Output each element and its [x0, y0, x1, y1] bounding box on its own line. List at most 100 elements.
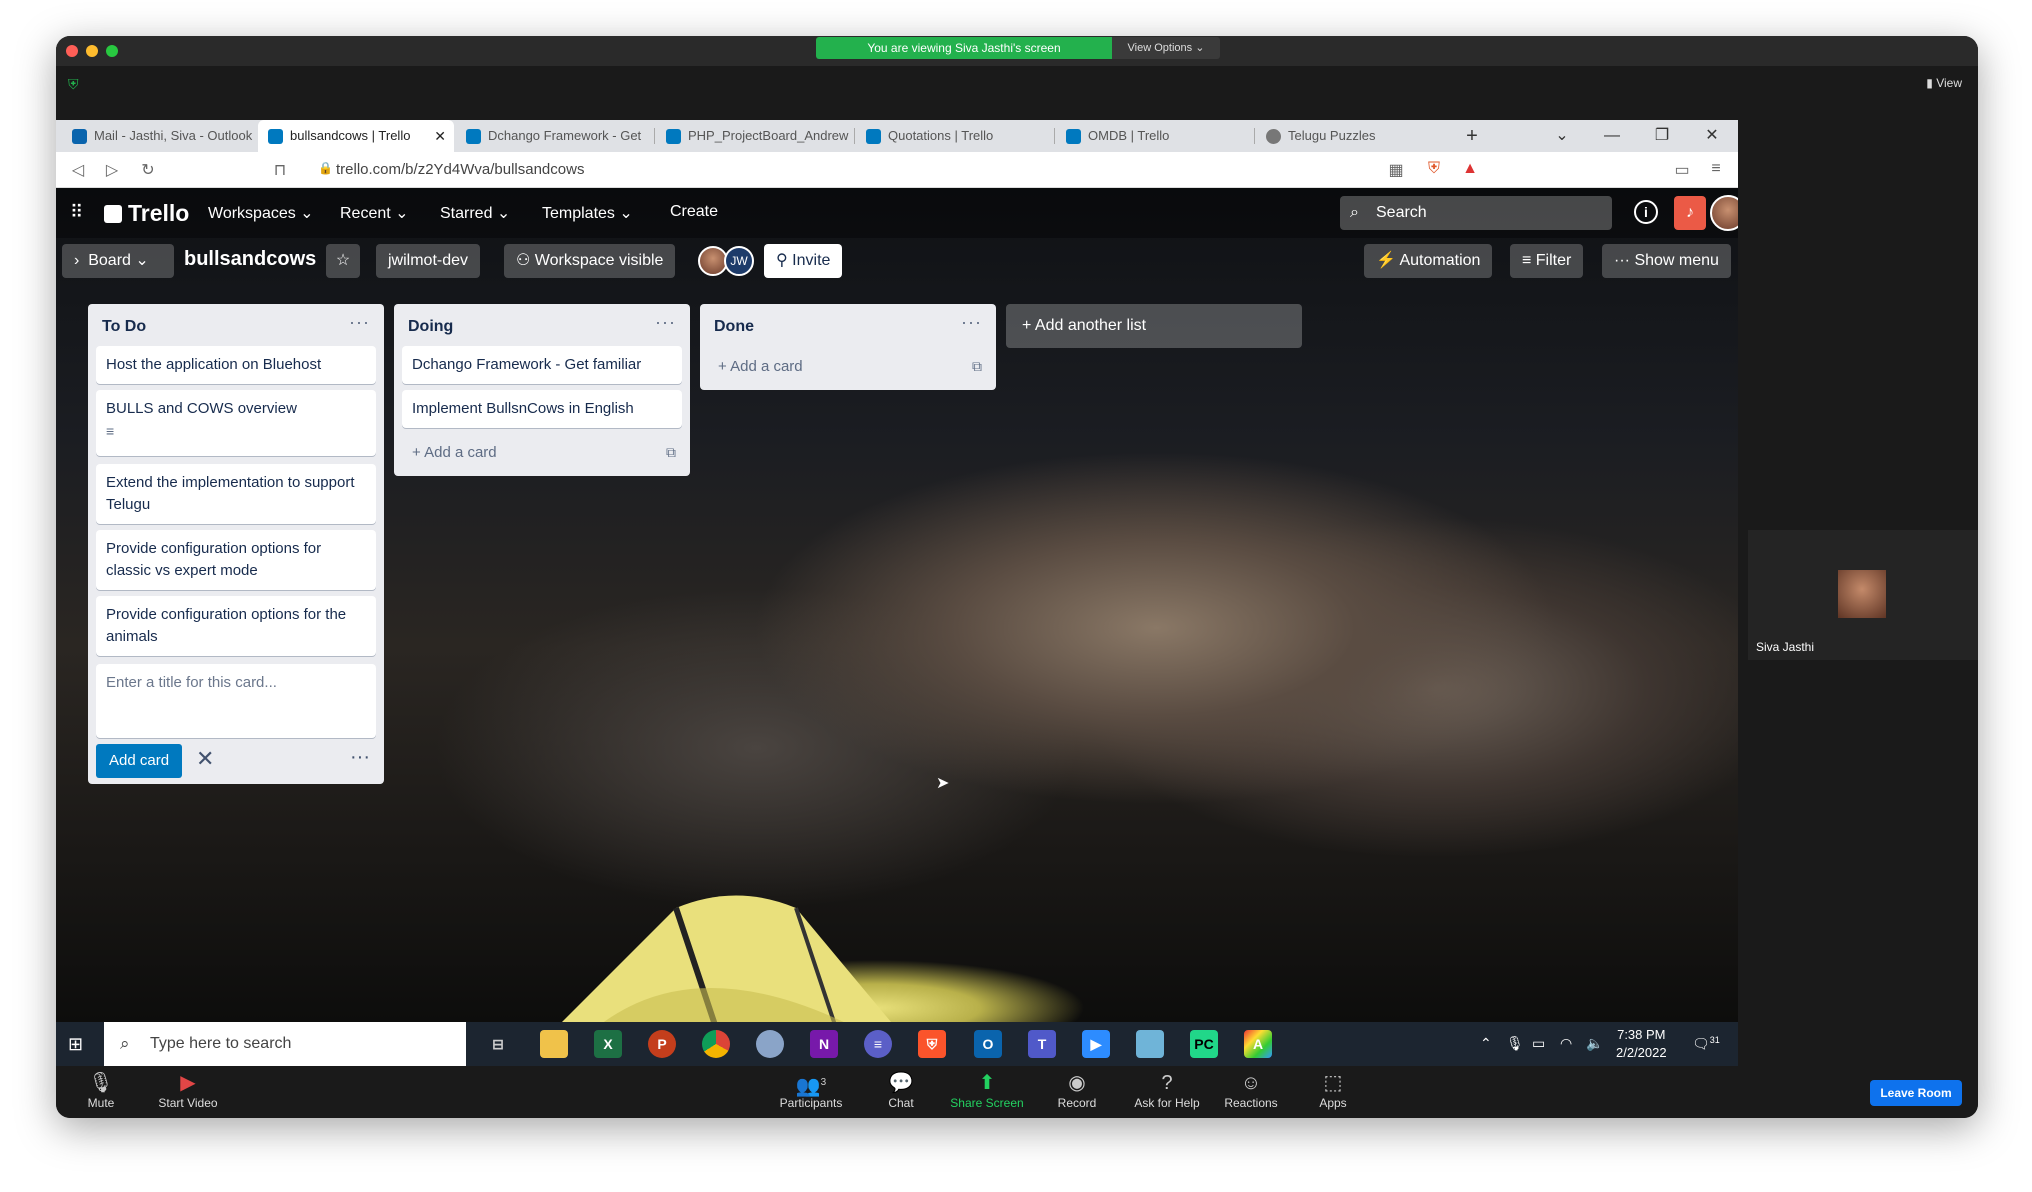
- card[interactable]: Host the application on Bluehost: [96, 346, 376, 384]
- app-icon[interactable]: ≡: [864, 1030, 892, 1058]
- leave-room-button[interactable]: Leave Room: [1870, 1080, 1962, 1106]
- list-menu-icon[interactable]: ···: [349, 312, 370, 333]
- notifications-icon[interactable]: 🗨31: [1692, 1035, 1720, 1053]
- card[interactable]: BULLS and COWS overview ≡: [96, 390, 376, 456]
- card-template-icon[interactable]: ⧉: [666, 444, 676, 461]
- task-view-icon[interactable]: ⊟: [484, 1030, 512, 1058]
- show-menu-button[interactable]: ··· Show menu: [1602, 244, 1731, 278]
- expand-sidebar-icon[interactable]: ›: [74, 252, 88, 269]
- snip-icon[interactable]: [756, 1030, 784, 1058]
- invite-button[interactable]: ⚲ Invite: [764, 244, 843, 278]
- menu-icon[interactable]: ≡: [1706, 160, 1726, 178]
- share-screen-button[interactable]: ⬆ Share Screen: [942, 1070, 1032, 1110]
- new-tab-icon[interactable]: +: [1452, 120, 1492, 152]
- nav-create[interactable]: Create: [670, 203, 718, 221]
- excel-icon[interactable]: X: [594, 1030, 622, 1058]
- visibility-button[interactable]: ⚇ Workspace visible: [504, 244, 676, 278]
- tab-search-icon[interactable]: ⌄: [1542, 120, 1582, 152]
- card[interactable]: Dchango Framework - Get familiar: [402, 346, 682, 384]
- participants-button[interactable]: 👥3 Participants: [766, 1070, 856, 1110]
- record-button[interactable]: ◉ Record: [1032, 1070, 1122, 1110]
- app-icon-2[interactable]: [1136, 1030, 1164, 1058]
- list-menu-icon[interactable]: ···: [655, 312, 676, 333]
- close-tab-icon[interactable]: ✕: [434, 120, 446, 152]
- board-view-switcher[interactable]: › Board ⌄: [62, 244, 174, 278]
- battery-icon[interactable]: ▭: [1532, 1035, 1545, 1052]
- tab-quotations[interactable]: Quotations | Trello: [856, 120, 1052, 152]
- apps-button[interactable]: ⬚ Apps: [1288, 1070, 1378, 1110]
- chevron-up-icon[interactable]: ⌃: [1480, 1035, 1492, 1052]
- trello-logo[interactable]: Trello: [104, 200, 189, 227]
- volume-icon[interactable]: 🔈: [1586, 1035, 1603, 1052]
- card[interactable]: Implement BullsnCows in English: [402, 390, 682, 428]
- nav-starred[interactable]: Starred ⌄: [440, 203, 510, 223]
- microphone-icon[interactable]: 🎙: [1506, 1035, 1524, 1052]
- chrome-icon[interactable]: [702, 1030, 730, 1058]
- pycharm-icon[interactable]: PC: [1190, 1030, 1218, 1058]
- reload-icon[interactable]: ↻: [138, 160, 158, 180]
- search-input[interactable]: ⌕ Search: [1340, 196, 1612, 230]
- card[interactable]: Extend the implementation to support Tel…: [96, 464, 376, 524]
- powerpoint-icon[interactable]: P: [648, 1030, 676, 1058]
- chat-button[interactable]: 💬 Chat: [856, 1070, 946, 1110]
- card[interactable]: Provide configuration options for classi…: [96, 530, 376, 590]
- add-a-card-button[interactable]: + Add a card: [718, 358, 803, 375]
- list-title[interactable]: Done: [714, 318, 754, 336]
- start-video-button[interactable]: ▶ Start Video: [138, 1070, 238, 1110]
- card-template-icon[interactable]: ⧉: [972, 358, 982, 375]
- card[interactable]: Provide configuration options for the an…: [96, 596, 376, 656]
- tab-bullsandcows[interactable]: bullsandcows | Trello ✕: [258, 120, 454, 152]
- participant-video-tile[interactable]: Siva Jasthi: [1748, 530, 1978, 660]
- teams-icon[interactable]: T: [1028, 1030, 1056, 1058]
- nav-recent[interactable]: Recent ⌄: [340, 203, 409, 223]
- add-another-list-button[interactable]: + Add another list: [1006, 304, 1302, 348]
- app-icon-3[interactable]: A: [1244, 1030, 1272, 1058]
- restore-icon[interactable]: ❐: [1642, 120, 1682, 152]
- taskbar-search-input[interactable]: ⌕ Type here to search: [104, 1022, 466, 1066]
- taskbar-clock[interactable]: 7:38 PM 2/2/2022: [1616, 1026, 1667, 1062]
- board-title[interactable]: bullsandcows: [184, 248, 316, 271]
- mute-button[interactable]: 🎙 Mute: [56, 1070, 146, 1110]
- back-icon[interactable]: ◁: [68, 160, 88, 180]
- more-options-icon[interactable]: ···: [350, 746, 370, 769]
- nav-workspaces[interactable]: Workspaces ⌄: [208, 203, 314, 223]
- wallet-icon[interactable]: ▭: [1672, 160, 1692, 180]
- star-icon[interactable]: ☆: [326, 244, 360, 278]
- outlook-icon[interactable]: O: [974, 1030, 1002, 1058]
- user-avatar[interactable]: [1710, 195, 1738, 231]
- wifi-icon[interactable]: ◠: [1560, 1035, 1572, 1052]
- windows-start-icon[interactable]: ⊞: [68, 1034, 88, 1054]
- card-title-input[interactable]: Enter a title for this card...: [96, 664, 376, 738]
- close-icon[interactable]: ✕: [1692, 120, 1732, 152]
- brave-icon[interactable]: ⛨: [918, 1030, 946, 1058]
- add-a-card-button[interactable]: + Add a card: [412, 444, 497, 461]
- brave-shields-icon[interactable]: ⛨: [1424, 160, 1444, 178]
- member-avatar-jw[interactable]: JW: [724, 246, 754, 276]
- bookmark-icon[interactable]: ⊓: [270, 160, 290, 180]
- ask-for-help-button[interactable]: ? Ask for Help: [1122, 1070, 1212, 1110]
- minimize-icon[interactable]: —: [1592, 120, 1632, 152]
- zoom-icon[interactable]: ▶: [1082, 1030, 1110, 1058]
- add-card-button[interactable]: Add card: [96, 744, 183, 778]
- close-icon[interactable]: ✕: [196, 746, 214, 772]
- tab-omdb[interactable]: OMDB | Trello: [1056, 120, 1252, 152]
- onenote-icon[interactable]: N: [810, 1030, 838, 1058]
- minimize-window-button[interactable]: [86, 45, 98, 57]
- tab-telugu-puzzles[interactable]: Telugu Puzzles: [1256, 120, 1452, 152]
- view-button[interactable]: ▮ View: [1926, 76, 1962, 90]
- maximize-window-button[interactable]: [106, 45, 118, 57]
- tab-dchango[interactable]: Dchango Framework - Get: [456, 120, 652, 152]
- notification-bell-icon[interactable]: ♪: [1674, 196, 1706, 230]
- file-explorer-icon[interactable]: [540, 1030, 568, 1058]
- reactions-button[interactable]: ☺ Reactions: [1206, 1070, 1296, 1110]
- brave-rewards-icon[interactable]: ▲: [1460, 160, 1480, 178]
- tab-outlook[interactable]: Mail - Jasthi, Siva - Outlook: [62, 120, 258, 152]
- list-menu-icon[interactable]: ···: [961, 312, 982, 333]
- forward-icon[interactable]: ▷: [102, 160, 122, 180]
- url-field[interactable]: trello.com/b/z2Yd4Wva/bullsandcows: [336, 161, 584, 178]
- list-title[interactable]: Doing: [408, 318, 453, 336]
- apps-grid-icon[interactable]: ⠿: [70, 202, 83, 223]
- info-icon[interactable]: i: [1634, 200, 1658, 224]
- workspace-button[interactable]: jwilmot-dev: [376, 244, 481, 278]
- filter-button[interactable]: ≡ Filter: [1510, 244, 1584, 278]
